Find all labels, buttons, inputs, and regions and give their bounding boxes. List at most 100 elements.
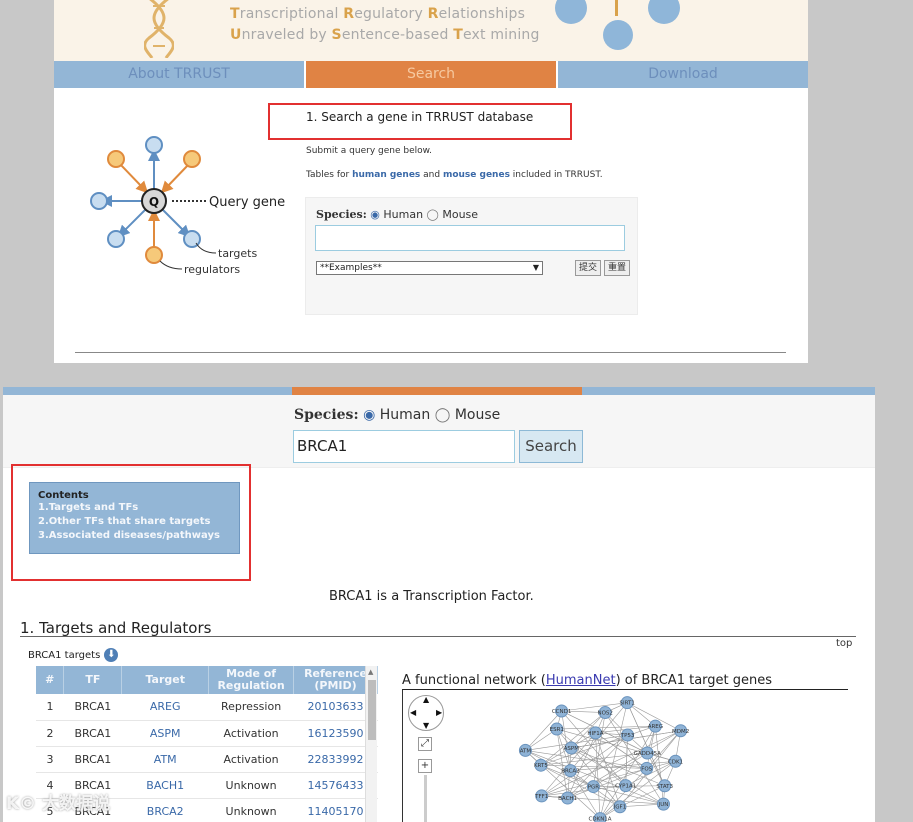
network-edge bbox=[619, 803, 664, 808]
cell-mode: Unknown bbox=[208, 772, 294, 799]
reset-button[interactable]: 重置 bbox=[604, 260, 631, 276]
scroll-up-icon[interactable]: ▲ bbox=[368, 668, 373, 676]
svg-text:CDKN1A: CDKN1A bbox=[589, 817, 612, 822]
network-edge bbox=[541, 760, 676, 797]
nav-about[interactable] bbox=[3, 387, 292, 395]
svg-text:CDK1: CDK1 bbox=[668, 759, 683, 765]
svg-text:MDM2: MDM2 bbox=[672, 729, 689, 735]
chevron-down-icon: ▼ bbox=[532, 263, 539, 272]
pan-down-icon[interactable]: ▼ bbox=[423, 721, 429, 730]
species-selector: Species: ◉ Human ◯ Mouse bbox=[294, 407, 501, 423]
col-index[interactable]: # bbox=[36, 666, 65, 694]
species-selector: Species: ◉ Human ◯ Mouse bbox=[316, 208, 479, 221]
table-scrollbar[interactable]: ▲ bbox=[365, 666, 377, 822]
contents-link-diseases[interactable]: 3.Associated diseases/pathways bbox=[38, 529, 231, 543]
cell-index: 2 bbox=[36, 720, 64, 747]
cell-tf: BRCA1 bbox=[63, 746, 122, 773]
svg-text:SIRT1: SIRT1 bbox=[620, 701, 635, 707]
col-tf[interactable]: TF bbox=[63, 666, 123, 694]
nav-search[interactable] bbox=[292, 387, 582, 395]
svg-text:ASPM: ASPM bbox=[564, 746, 580, 752]
cell-target[interactable]: ASPM bbox=[121, 720, 209, 747]
network-node: MDM2 bbox=[672, 724, 689, 738]
svg-text:GADD45A: GADD45A bbox=[634, 751, 661, 757]
cell-target[interactable]: BACH1 bbox=[121, 772, 209, 799]
search-bar: Species: ◉ Human ◯ Mouse BRCA1 Search bbox=[3, 395, 875, 468]
examples-select[interactable]: **Examples** ▼ bbox=[316, 261, 543, 275]
network-node: STAT3 bbox=[656, 779, 674, 793]
zoom-slider[interactable] bbox=[424, 775, 427, 822]
table-row: 2 BRCA1 ASPM Activation 16123590 bbox=[36, 720, 378, 747]
fit-icon[interactable]: ⤢ bbox=[418, 737, 432, 751]
trrust-results-page: Species: ◉ Human ◯ Mouse BRCA1 Search Co… bbox=[3, 387, 875, 822]
query-node-label: Q bbox=[149, 195, 159, 209]
main-nav: About TRRUST Search Download bbox=[54, 61, 808, 88]
top-link[interactable]: top bbox=[836, 638, 852, 649]
cell-target[interactable]: ATM bbox=[121, 746, 209, 773]
nav-about[interactable]: About TRRUST bbox=[54, 61, 306, 88]
nav-search[interactable]: Search bbox=[306, 61, 558, 88]
mouse-genes-link[interactable]: mouse genes bbox=[443, 170, 510, 180]
table-row: 3 BRCA1 ATM Activation 22833992 bbox=[36, 746, 378, 773]
main-nav bbox=[3, 387, 875, 395]
svg-text:PGR: PGR bbox=[588, 785, 600, 791]
svg-text:CYP1A1: CYP1A1 bbox=[615, 784, 636, 790]
gene-input[interactable]: BRCA1 bbox=[293, 430, 515, 463]
regulators-label: regulators bbox=[184, 263, 240, 276]
pan-left-icon[interactable]: ◀ bbox=[410, 708, 416, 717]
targets-label: targets bbox=[218, 247, 257, 260]
col-target[interactable]: Target bbox=[121, 666, 210, 694]
query-gene-diagram: Q Query gene targets regulators bbox=[90, 136, 285, 276]
svg-text:TP53: TP53 bbox=[620, 733, 635, 739]
network-logo-arrow bbox=[615, 0, 618, 16]
mouse-radio[interactable]: ◯ bbox=[435, 407, 451, 423]
banner: Transcriptional Regulatory Relationships… bbox=[54, 0, 808, 61]
svg-text:KRT5: KRT5 bbox=[534, 763, 548, 769]
svg-text:CCND1: CCND1 bbox=[552, 709, 572, 715]
svg-text:ATM: ATM bbox=[520, 748, 532, 754]
mouse-radio[interactable]: ◯ bbox=[427, 208, 439, 221]
contents-link-other-tfs[interactable]: 2.Other TFs that share targets bbox=[38, 515, 231, 529]
human-genes-link[interactable]: human genes bbox=[352, 170, 420, 180]
humannet-link[interactable]: HumanNet bbox=[546, 673, 616, 688]
cell-target[interactable]: AREG bbox=[121, 694, 209, 721]
cell-index: 1 bbox=[36, 694, 64, 721]
human-radio[interactable]: ◉ bbox=[363, 407, 375, 423]
scroll-thumb[interactable] bbox=[368, 680, 376, 740]
network-node: PGR bbox=[586, 780, 600, 794]
network-graph[interactable]: FOS STAT3 JUN CYP1A1 IGF1 CDKN1A PGR BACH1 TFF1 B… bbox=[493, 690, 723, 822]
gene-input[interactable] bbox=[315, 225, 625, 251]
svg-text:NOS2: NOS2 bbox=[597, 711, 612, 717]
submit-button[interactable]: 提交 bbox=[575, 260, 602, 276]
trrust-search-page: Transcriptional Regulatory Relationships… bbox=[54, 0, 808, 363]
section-title: 1. Targets and Regulators bbox=[20, 619, 212, 637]
nav-download[interactable] bbox=[582, 387, 875, 395]
contents-link-targets[interactable]: 1.Targets and TFs bbox=[38, 501, 231, 515]
nav-download[interactable]: Download bbox=[558, 61, 808, 88]
submit-instruction: Submit a query gene below. bbox=[306, 146, 433, 156]
cell-tf: BRCA1 bbox=[63, 720, 122, 747]
search-button[interactable]: Search bbox=[519, 430, 583, 463]
banner-tagline-2: Unraveled by Sentence-based Text mining bbox=[230, 27, 540, 43]
pan-up-icon[interactable]: ▲ bbox=[423, 695, 429, 704]
network-node: IGF1 bbox=[613, 800, 627, 814]
col-mode[interactable]: Mode of Regulation bbox=[208, 666, 295, 694]
pan-right-icon[interactable]: ▶ bbox=[436, 708, 442, 717]
svg-text:STAT3: STAT3 bbox=[656, 784, 673, 790]
network-edge bbox=[593, 712, 606, 787]
tf-statement: BRCA1 is a Transcription Factor. bbox=[329, 589, 534, 604]
cell-index: 3 bbox=[36, 746, 64, 773]
dna-icon bbox=[144, 0, 174, 58]
pan-control[interactable]: ▲ ▼ ◀ ▶ bbox=[408, 695, 444, 731]
cell-target[interactable]: BRCA2 bbox=[121, 798, 209, 822]
human-radio[interactable]: ◉ bbox=[370, 208, 380, 221]
cell-mode: Activation bbox=[208, 746, 294, 773]
download-icon[interactable]: ⬇ bbox=[104, 648, 119, 662]
svg-text:IGF1: IGF1 bbox=[614, 805, 627, 811]
svg-text:JUN: JUN bbox=[658, 802, 669, 808]
svg-text:HIF1A: HIF1A bbox=[587, 731, 603, 737]
table-header-row: # TF Target Mode of Regulation Reference… bbox=[36, 666, 378, 694]
cell-mode: Activation bbox=[208, 720, 294, 747]
divider bbox=[20, 636, 856, 637]
zoom-in-icon[interactable]: + bbox=[418, 759, 432, 773]
